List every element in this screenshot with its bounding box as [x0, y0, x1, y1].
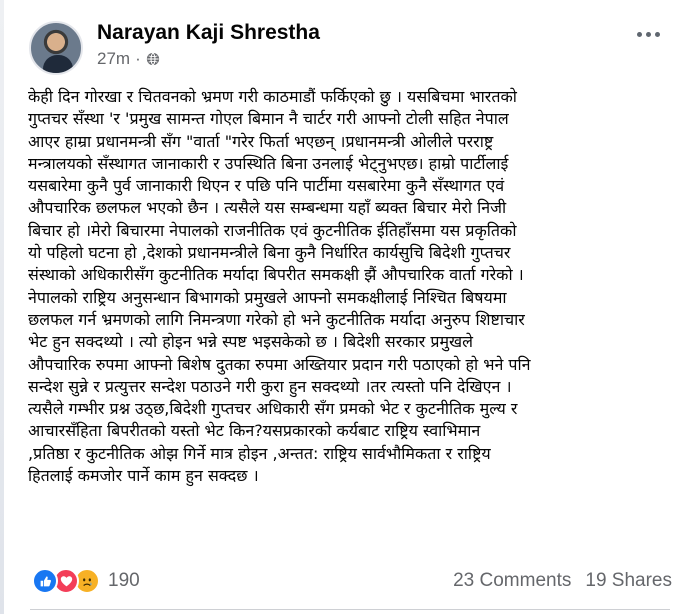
window-edge	[0, 0, 4, 614]
engagement-counts: 23 Comments 19 Shares	[453, 570, 672, 592]
like-icon	[32, 568, 58, 594]
more-dot	[646, 32, 651, 37]
more-dot	[637, 32, 642, 37]
globe-icon[interactable]	[146, 52, 160, 66]
reaction-icons	[32, 568, 100, 594]
facebook-post: Narayan Kaji Shrestha 27m · केही दिन गोर…	[0, 0, 700, 614]
post-meta: 27m ·	[97, 49, 160, 69]
author-name[interactable]: Narayan Kaji Shrestha	[97, 21, 320, 45]
post-timestamp[interactable]: 27m	[97, 49, 130, 69]
more-dot	[655, 32, 660, 37]
reaction-count[interactable]: 190	[108, 570, 140, 592]
meta-separator: ·	[135, 49, 141, 68]
post-text: केही दिन गोरखा र चितवनको भ्रमण गरी काठमा…	[28, 87, 531, 486]
avatar[interactable]	[29, 21, 83, 75]
reactions-summary[interactable]: 190	[32, 568, 140, 594]
divider	[30, 609, 670, 610]
shares-count[interactable]: 19 Shares	[585, 570, 672, 592]
avatar-body-shape	[43, 55, 73, 73]
more-options-icon[interactable]	[637, 32, 660, 37]
reactions-bar: 190 23 Comments 19 Shares	[32, 566, 672, 596]
comments-count[interactable]: 23 Comments	[453, 570, 571, 592]
